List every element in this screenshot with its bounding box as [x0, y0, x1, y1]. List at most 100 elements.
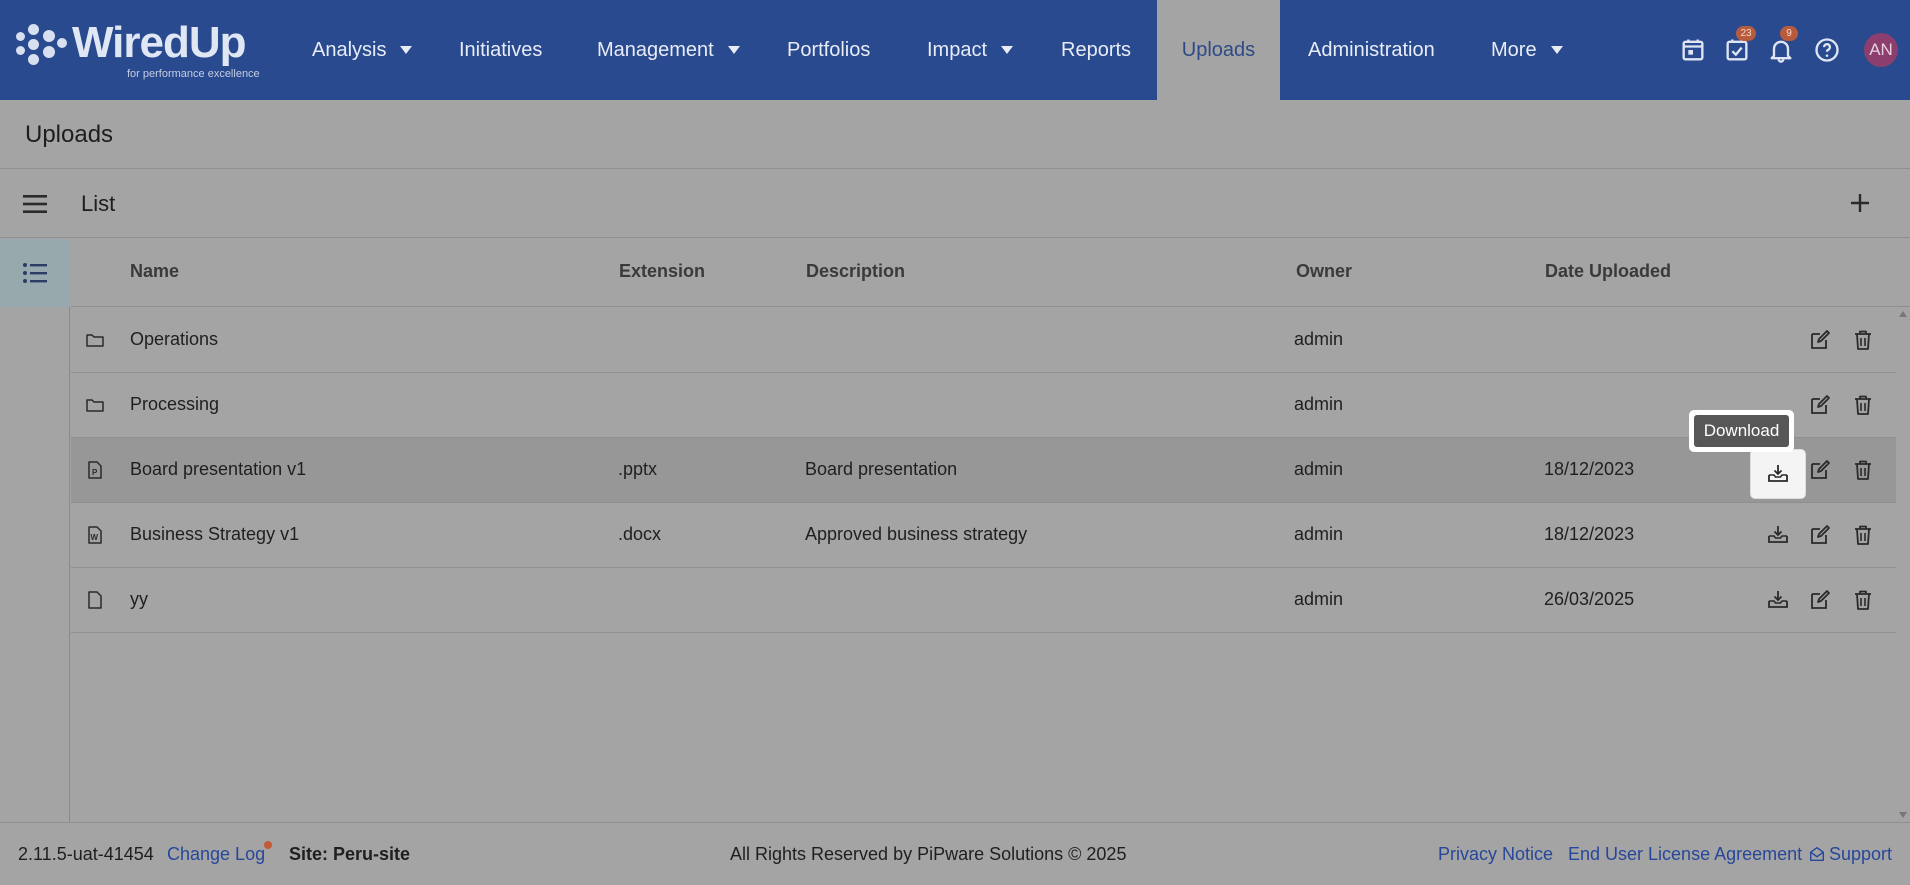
user-avatar[interactable]: AN	[1864, 33, 1898, 67]
svg-text:P: P	[92, 468, 98, 477]
column-header-name[interactable]: Name	[130, 261, 179, 282]
download-button-highlighted[interactable]	[1751, 450, 1805, 498]
nav-uploads[interactable]: Uploads	[1157, 0, 1280, 100]
download-tooltip: Download	[1689, 410, 1794, 452]
chevron-down-icon	[1001, 46, 1014, 54]
nav-more[interactable]: More	[1491, 0, 1563, 100]
nav-management[interactable]: Management	[597, 0, 740, 100]
table-row[interactable]: W Business Strategy v1 .docx Approved bu…	[71, 503, 1896, 568]
row-owner: admin	[1294, 329, 1344, 349]
row-owner: admin	[1294, 394, 1344, 414]
uploads-table: Name Extension Description Owner Date Up…	[71, 239, 1910, 822]
delete-icon[interactable]	[1851, 523, 1875, 547]
word-file-icon: W	[88, 526, 102, 544]
powerpoint-file-icon: P	[88, 461, 102, 479]
nav-analysis-label: Analysis	[312, 38, 387, 61]
nav-uploads-label: Uploads	[1181, 38, 1256, 61]
page-title-bar: Uploads	[0, 100, 1910, 169]
logo-dots-icon	[16, 24, 78, 74]
notifications-count-badge: 9	[1780, 26, 1798, 41]
column-header-extension[interactable]: Extension	[619, 261, 705, 282]
edit-icon[interactable]	[1808, 588, 1832, 612]
nav-analysis[interactable]: Analysis	[312, 0, 413, 100]
row-owner: admin	[1294, 459, 1344, 479]
nav-administration[interactable]: Administration	[1308, 0, 1435, 100]
row-owner: admin	[1294, 524, 1344, 544]
nav-initiatives[interactable]: Initiatives	[459, 0, 542, 100]
privacy-notice-link[interactable]: Privacy Notice	[1438, 844, 1553, 865]
list-toolbar: List	[0, 170, 1910, 238]
nav-portfolios[interactable]: Portfolios	[787, 0, 870, 100]
edit-icon[interactable]	[1808, 523, 1832, 547]
edit-icon[interactable]	[1808, 458, 1832, 482]
edit-icon[interactable]	[1808, 328, 1832, 352]
add-icon[interactable]	[1848, 191, 1872, 215]
delete-icon[interactable]	[1851, 458, 1875, 482]
scroll-up-arrow-icon[interactable]	[1899, 311, 1907, 317]
nav-more-label: More	[1491, 38, 1537, 61]
table-row[interactable]: Operations admin	[71, 308, 1896, 373]
tasks-count-badge: 23	[1736, 26, 1756, 41]
app-version: 2.11.5-uat-41454	[18, 844, 154, 864]
nav-administration-label: Administration	[1308, 38, 1435, 61]
nav-reports-label: Reports	[1061, 38, 1132, 61]
row-date: 18/12/2023	[1544, 459, 1635, 479]
page-title: Uploads	[25, 121, 114, 148]
copyright: All Rights Reserved by PiPware Solutions…	[730, 844, 1127, 864]
svg-text:W: W	[91, 533, 99, 542]
support-label: Support	[1829, 844, 1893, 864]
nav-impact[interactable]: Impact	[927, 0, 1014, 100]
nav-initiatives-label: Initiatives	[459, 38, 543, 61]
chevron-down-icon	[727, 46, 740, 54]
view-sidebar	[0, 239, 70, 822]
row-name[interactable]: Processing	[130, 394, 219, 415]
download-icon[interactable]	[1766, 523, 1790, 547]
row-owner: admin	[1294, 589, 1344, 609]
delete-icon[interactable]	[1851, 393, 1875, 417]
row-name[interactable]: Business Strategy v1	[130, 524, 299, 545]
download-icon	[1768, 465, 1788, 482]
column-header-date-uploaded[interactable]: Date Uploaded	[1545, 261, 1671, 282]
row-date: 18/12/2023	[1544, 524, 1635, 544]
brand-tagline: for performance excellence	[127, 68, 260, 80]
chevron-down-icon	[400, 46, 413, 54]
row-extension: .pptx	[618, 459, 658, 479]
scroll-down-arrow-icon[interactable]	[1899, 812, 1907, 818]
table-scrollbar[interactable]	[1896, 307, 1910, 822]
download-icon[interactable]	[1766, 588, 1790, 612]
chevron-down-icon	[1550, 46, 1563, 54]
table-row[interactable]: yy admin 26/03/2025	[71, 568, 1896, 633]
nav-impact-label: Impact	[927, 38, 988, 61]
tooltip-text: Download	[1694, 415, 1789, 447]
row-name[interactable]: yy	[130, 589, 148, 610]
change-log-link[interactable]: Change Log	[167, 844, 265, 865]
wiredup-logo[interactable]: WiredUp for performance excellence	[14, 16, 274, 82]
support-link[interactable]: Support	[1808, 844, 1892, 865]
file-icon	[88, 591, 102, 609]
delete-icon[interactable]	[1851, 328, 1875, 352]
site-label: Site: Peru-site	[289, 844, 411, 864]
list-view-button[interactable]	[0, 239, 70, 307]
nav-portfolios-label: Portfolios	[787, 38, 871, 61]
column-header-description[interactable]: Description	[806, 261, 905, 282]
table-row[interactable]: Processing admin	[71, 373, 1896, 438]
edit-icon[interactable]	[1808, 393, 1832, 417]
list-view-icon	[23, 263, 47, 283]
row-description: Approved business strategy	[805, 524, 1028, 544]
column-header-owner[interactable]: Owner	[1296, 261, 1352, 282]
hamburger-menu-icon[interactable]	[22, 192, 48, 216]
row-extension: .docx	[618, 524, 662, 544]
row-name[interactable]: Operations	[130, 329, 218, 350]
row-name[interactable]: Board presentation v1	[130, 459, 306, 480]
help-icon[interactable]	[1813, 36, 1841, 64]
folder-icon	[86, 399, 104, 412]
calendar-icon[interactable]	[1679, 36, 1707, 64]
folder-icon	[86, 334, 104, 347]
top-navigation-bar: WiredUp for performance excellence Analy…	[0, 0, 1910, 100]
list-title: List	[81, 191, 116, 216]
brand-name: WiredUp	[72, 18, 246, 67]
table-row[interactable]: P Board presentation v1 .pptx Board pres…	[71, 438, 1896, 503]
nav-reports[interactable]: Reports	[1061, 0, 1131, 100]
delete-icon[interactable]	[1851, 588, 1875, 612]
eula-link[interactable]: End User License Agreement	[1568, 844, 1802, 865]
